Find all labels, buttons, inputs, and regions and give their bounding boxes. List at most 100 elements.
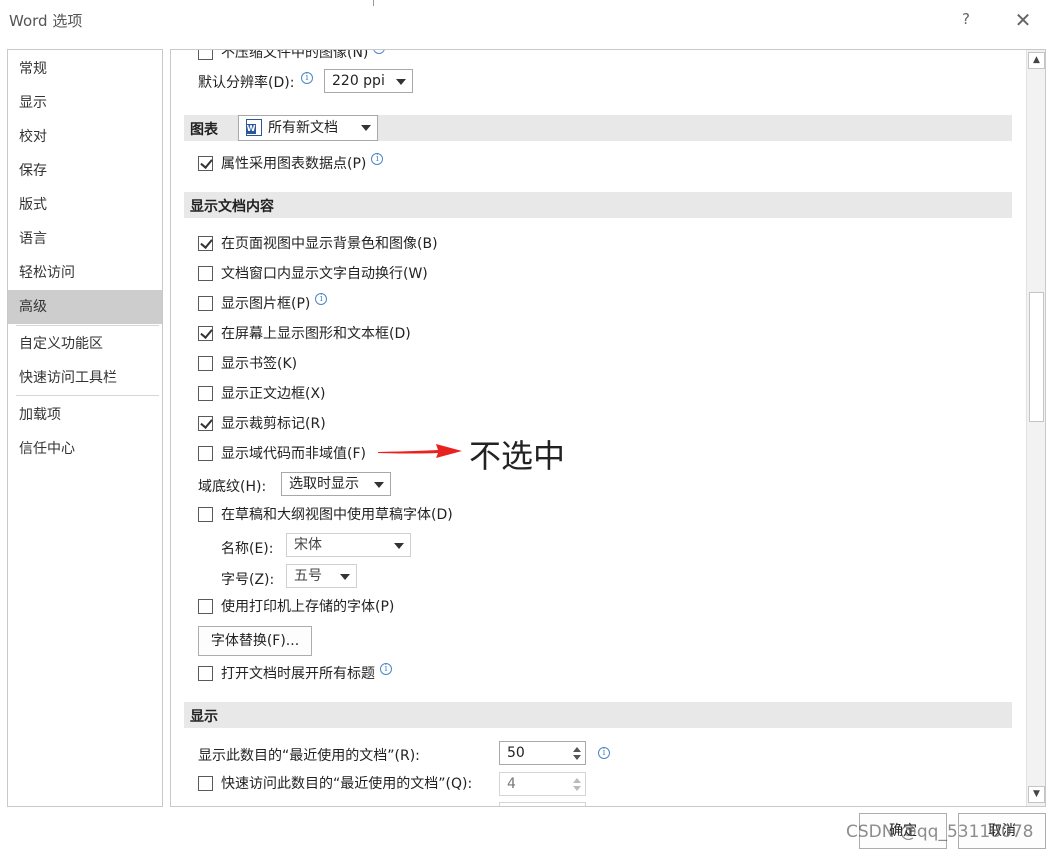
option-row[interactable]: 属性采用图表数据点(P) i <box>198 152 384 174</box>
resolution-label: 默认分辨率(D): <box>198 75 295 91</box>
option-label: 打开文档时展开所有标题 <box>221 666 375 682</box>
option-label: 使用打印机上存储的字体(P) <box>221 599 395 615</box>
chevron-down-icon <box>396 79 406 85</box>
option-label: 属性采用图表数据点(P) <box>221 156 367 172</box>
chart-document-select[interactable]: 所有新文档 <box>238 115 378 141</box>
help-button[interactable]: ? <box>958 10 974 30</box>
font-name-select[interactable]: 宋体 <box>286 533 411 557</box>
info-icon: i <box>315 293 328 305</box>
nav-item-accessibility[interactable]: 轻松访问 <box>8 256 162 290</box>
partial-spinner[interactable] <box>499 802 586 806</box>
advanced-options-pane[interactable]: 不压缩文件中的图像(N) i 默认分辨率(D): i 220 ppi 图表 所有… <box>170 49 1046 807</box>
option-label: 显示图片框(P) <box>221 296 311 312</box>
option-row[interactable]: 在草稿和大纲视图中使用草稿字体(D) <box>198 503 453 525</box>
spin-up-icon[interactable] <box>573 747 581 752</box>
chevron-down-icon <box>374 482 384 488</box>
option-row[interactable]: 显示正文边框(X) <box>198 382 326 404</box>
quick-access-spinner[interactable]: 4 <box>499 772 586 796</box>
watermark: CSDN @qq_53118078 <box>846 822 1034 842</box>
quick-access-value: 4 <box>507 776 516 792</box>
checkbox[interactable] <box>198 295 213 311</box>
chevron-down-icon <box>394 543 404 549</box>
field-shading-label: 域底纹(H): <box>198 479 267 495</box>
checkbox[interactable] <box>198 325 213 341</box>
option-row[interactable]: 打开文档时展开所有标题 i <box>198 662 392 684</box>
window-title: Word 选项 <box>9 12 83 30</box>
checkbox[interactable] <box>198 50 213 60</box>
option-row[interactable]: 显示图片框(P) i <box>198 292 328 314</box>
resolution-select[interactable]: 220 ppi <box>324 69 413 93</box>
nav-item-quick-access-toolbar[interactable]: 快速访问工具栏 <box>8 361 162 395</box>
option-row[interactable]: 显示书签(K) <box>198 352 297 374</box>
option-row[interactable]: 在屏幕上显示图形和文本框(D) <box>198 322 411 344</box>
checkbox[interactable] <box>198 598 213 614</box>
checkbox[interactable] <box>198 235 213 251</box>
option-label: 在屏幕上显示图形和文本框(D) <box>221 326 411 342</box>
font-name-value: 宋体 <box>294 537 322 553</box>
spin-up-icon[interactable] <box>573 778 581 783</box>
recent-docs-spinner[interactable]: 50 <box>499 741 586 765</box>
scrollbar-thumb[interactable] <box>1029 292 1044 422</box>
chart-document-value: 所有新文档 <box>268 120 338 136</box>
option-row[interactable]: 显示域代码而非域值(F) <box>198 442 366 464</box>
scroll-up-icon[interactable]: ▲ <box>1028 52 1045 69</box>
font-size-value: 五号 <box>294 568 322 584</box>
option-row[interactable]: 文档窗口内显示文字自动换行(W) <box>198 262 428 284</box>
option-label: 快速访问此数目的“最近使用的文档”(Q): <box>221 776 473 792</box>
section-header-display: 显示 <box>184 702 1012 728</box>
chevron-down-icon <box>361 125 371 131</box>
close-button[interactable]: ✕ <box>1012 8 1034 32</box>
option-row[interactable]: 快速访问此数目的“最近使用的文档”(Q): <box>198 772 472 794</box>
nav-item-trust-center[interactable]: 信任中心 <box>8 432 162 466</box>
checkbox[interactable] <box>198 385 213 401</box>
option-label: 显示正文边框(X) <box>221 386 326 402</box>
option-label: 文档窗口内显示文字自动换行(W) <box>221 266 428 282</box>
option-row[interactable]: 不压缩文件中的图像(N) i <box>198 49 386 63</box>
spin-down-icon[interactable] <box>573 786 581 791</box>
checkbox[interactable] <box>198 665 213 681</box>
section-header-display-content: 显示文档内容 <box>184 192 1012 218</box>
nav-item-layout[interactable]: 版式 <box>8 188 162 222</box>
resolution-value: 220 ppi <box>332 73 385 89</box>
field-shading-select[interactable]: 选取时显示 <box>281 472 391 496</box>
font-size-label: 字号(Z): <box>221 572 275 588</box>
spin-down-icon[interactable] <box>573 755 581 760</box>
nav-item-advanced[interactable]: 高级 <box>8 290 162 324</box>
nav-item-save[interactable]: 保存 <box>8 154 162 188</box>
info-icon: i <box>371 153 384 165</box>
chevron-down-icon <box>340 574 350 580</box>
recent-docs-value: 50 <box>507 745 525 761</box>
option-row[interactable]: 在页面视图中显示背景色和图像(B) <box>198 232 438 254</box>
scroll-down-icon[interactable]: ▼ <box>1028 786 1045 803</box>
checkbox[interactable] <box>198 775 213 791</box>
vertical-scrollbar[interactable]: ▲ ▼ <box>1026 50 1045 806</box>
nav-item-proofing[interactable]: 校对 <box>8 120 162 154</box>
checkbox[interactable] <box>198 265 213 281</box>
nav-item-customize-ribbon[interactable]: 自定义功能区 <box>8 327 162 361</box>
font-size-select[interactable]: 五号 <box>286 564 357 588</box>
option-label: 在草稿和大纲视图中使用草稿字体(D) <box>221 507 453 523</box>
option-label: 不压缩文件中的图像(N) <box>221 49 369 61</box>
font-substitution-button[interactable]: 字体替换(F)... <box>198 626 312 656</box>
nav-item-general[interactable]: 常规 <box>8 52 162 86</box>
option-row[interactable]: 使用打印机上存储的字体(P) <box>198 595 394 617</box>
option-row[interactable]: 显示裁剪标记(R) <box>198 412 326 434</box>
field-shading-value: 选取时显示 <box>289 476 359 492</box>
option-label: 在页面视图中显示背景色和图像(B) <box>221 236 438 252</box>
annotation-text: 不选中 <box>469 437 566 475</box>
options-nav: 常规 显示 校对 保存 版式 语言 轻松访问 高级 自定义功能区 快速访问工具栏… <box>7 49 163 807</box>
info-icon: i <box>301 72 313 84</box>
option-label: 显示域代码而非域值(F) <box>221 446 366 462</box>
checkbox[interactable] <box>198 355 213 371</box>
section-title: 显示 <box>190 709 218 725</box>
nav-item-display[interactable]: 显示 <box>8 86 162 120</box>
font-name-label: 名称(E): <box>221 541 274 557</box>
checkbox[interactable] <box>198 445 213 461</box>
annotation-arrow-icon <box>378 444 462 458</box>
info-icon: i <box>380 663 392 675</box>
nav-item-language[interactable]: 语言 <box>8 222 162 256</box>
checkbox[interactable] <box>198 415 213 431</box>
checkbox[interactable] <box>198 155 213 171</box>
nav-item-add-ins[interactable]: 加载项 <box>8 398 162 432</box>
checkbox[interactable] <box>198 506 213 522</box>
